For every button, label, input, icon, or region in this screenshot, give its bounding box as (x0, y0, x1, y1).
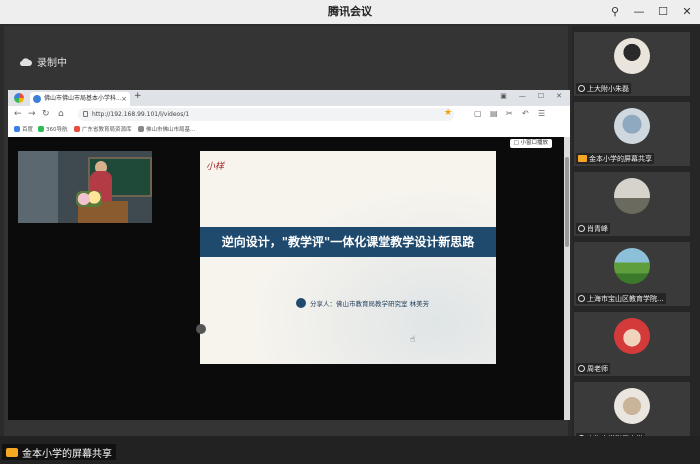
browser-close-button[interactable]: ✕ (556, 92, 562, 100)
participant-name-tag: 上大附小朱磊 (576, 83, 631, 94)
page-scrollbar[interactable] (564, 137, 570, 420)
browser-window-controls: ▣ — ☐ ✕ (500, 92, 562, 100)
recording-label: 录制中 (37, 58, 67, 69)
url-text: http://192.168.99.101/l/videos/1 (92, 111, 190, 118)
maximize-button[interactable]: ☐ (656, 5, 670, 19)
window-title: 腾讯会议 (328, 5, 372, 18)
participants-panel: 上大附小朱磊 金本小学的屏幕共享 肖青峰 上海市宝山区教育学院... 周老师 (572, 26, 700, 446)
home-icon[interactable]: ⌂ (58, 109, 64, 119)
browser-more-icon[interactable]: ☰ (538, 109, 545, 118)
back-icon[interactable]: ← (14, 109, 22, 119)
browser-logo-icon (14, 93, 24, 103)
bookmark-icon (14, 126, 20, 132)
new-tab-button[interactable]: + (134, 91, 142, 101)
presenter-icon (296, 298, 306, 308)
avatar (614, 178, 650, 214)
participant-name-tag: 肖青峰 (576, 223, 610, 234)
extensions-icon[interactable]: ▢ (474, 109, 482, 118)
participant-tile[interactable]: 肖青峰 (574, 172, 690, 236)
mic-muted-icon (578, 295, 585, 302)
browser-tab-title: 佛山市佛山市局基本小学科... (44, 95, 122, 102)
address-bar: ← → ↻ ⌂ http://192.168.99.101/l/videos/1… (8, 106, 570, 124)
screen-share-icon (578, 155, 587, 162)
favicon-icon (33, 95, 41, 103)
shared-screen-stage: 录制中 佛山市佛山市局基本小学科... × + ▣ — ☐ ✕ ← → ↻ ⌂ (4, 26, 570, 436)
avatar (614, 248, 650, 284)
slide-presenter: 分享人：佛山市教育局教学研究室 林美芳 (296, 298, 429, 308)
avatar (614, 38, 650, 74)
screen-share-label[interactable]: 金本小学的屏幕共享 (2, 444, 116, 460)
pin-icon[interactable]: ⚲ (608, 5, 622, 19)
participant-name-tag: 上海市宝山区教育学院... (576, 293, 666, 304)
video-page-content: □ 小窗口播放 小样 逆向设计，"教学评"一体化课堂教学设计新思路 分享人：佛山… (8, 137, 570, 420)
bookmark-icon (138, 126, 144, 132)
close-tab-icon[interactable]: × (121, 92, 127, 106)
participant-tile[interactable]: 周老师 (574, 312, 690, 376)
browser-menu-icon[interactable]: ▣ (500, 92, 507, 100)
avatar (614, 388, 650, 424)
screen-share-icon (6, 447, 18, 457)
bookmark-star-icon[interactable]: ★ (444, 108, 452, 118)
recording-indicator[interactable]: 录制中 (20, 54, 67, 69)
bookmarks-bar: 百度 360导航 广东省教育局资源库 佛山市佛山市局基... (8, 123, 570, 138)
forward-icon[interactable]: → (28, 109, 36, 119)
browser-minimize-button[interactable]: — (519, 92, 526, 100)
mouse-cursor-icon: ☝ (410, 335, 416, 345)
title-bar: 腾讯会议 ⚲ — ☐ ✕ (0, 0, 700, 24)
undo-icon[interactable]: ↶ (522, 109, 529, 118)
slide-title: 逆向设计，"教学评"一体化课堂教学设计新思路 (200, 227, 496, 257)
avatar (614, 318, 650, 354)
bookmark-item[interactable]: 佛山市佛山市局基... (138, 125, 195, 133)
lock-icon (83, 111, 88, 117)
browser-tab-strip: 佛山市佛山市局基本小学科... × + ▣ — ☐ ✕ (8, 90, 570, 106)
bookmark-item[interactable]: 百度 (14, 125, 33, 133)
slide-logo: 小样 (206, 162, 225, 172)
reload-icon[interactable]: ↻ (42, 109, 50, 119)
browser-window: 佛山市佛山市局基本小学科... × + ▣ — ☐ ✕ ← → ↻ ⌂ http… (8, 90, 570, 420)
camera-video[interactable] (18, 151, 152, 223)
slide-nav-handle[interactable] (196, 324, 206, 334)
bookmark-item[interactable]: 360导航 (38, 125, 68, 133)
browser-tab[interactable]: 佛山市佛山市局基本小学科... × (30, 92, 130, 106)
url-input[interactable]: http://192.168.99.101/l/videos/1 (78, 108, 454, 121)
bookmark-item[interactable]: 广东省教育局资源库 (74, 125, 132, 133)
reading-list-icon[interactable]: ▤ (490, 109, 498, 118)
browser-maximize-button[interactable]: ☐ (538, 92, 544, 100)
mic-muted-icon (578, 85, 585, 92)
participant-tile[interactable]: 上大附小朱磊 (574, 32, 690, 96)
close-button[interactable]: ✕ (680, 5, 694, 19)
bottom-bar: 金本小学的屏幕共享 (0, 436, 700, 464)
bookmark-icon (38, 126, 44, 132)
presenter-text: 分享人：佛山市教育局教学研究室 林美芳 (310, 300, 430, 308)
window-controls: ⚲ — ☐ ✕ (608, 0, 694, 24)
bookmark-icon (74, 126, 80, 132)
cloud-icon (20, 57, 32, 66)
screenshot-icon[interactable]: ✂ (506, 109, 513, 118)
scrollbar-thumb[interactable] (565, 157, 569, 247)
minimize-button[interactable]: — (632, 5, 646, 19)
mic-muted-icon (578, 365, 585, 372)
avatar (614, 108, 650, 144)
participant-name-tag: 金本小学的屏幕共享 (576, 153, 654, 164)
mic-muted-icon (578, 225, 585, 232)
small-window-button[interactable]: □ 小窗口播放 (509, 139, 552, 148)
participant-tile[interactable]: 金本小学的屏幕共享 (574, 102, 690, 166)
participant-name-tag: 周老师 (576, 363, 610, 374)
flowers (76, 191, 102, 207)
presentation-slide: 小样 逆向设计，"教学评"一体化课堂教学设计新思路 分享人：佛山市教育局教学研究… (200, 151, 496, 364)
participant-tile[interactable]: 上海市宝山区教育学院... (574, 242, 690, 306)
